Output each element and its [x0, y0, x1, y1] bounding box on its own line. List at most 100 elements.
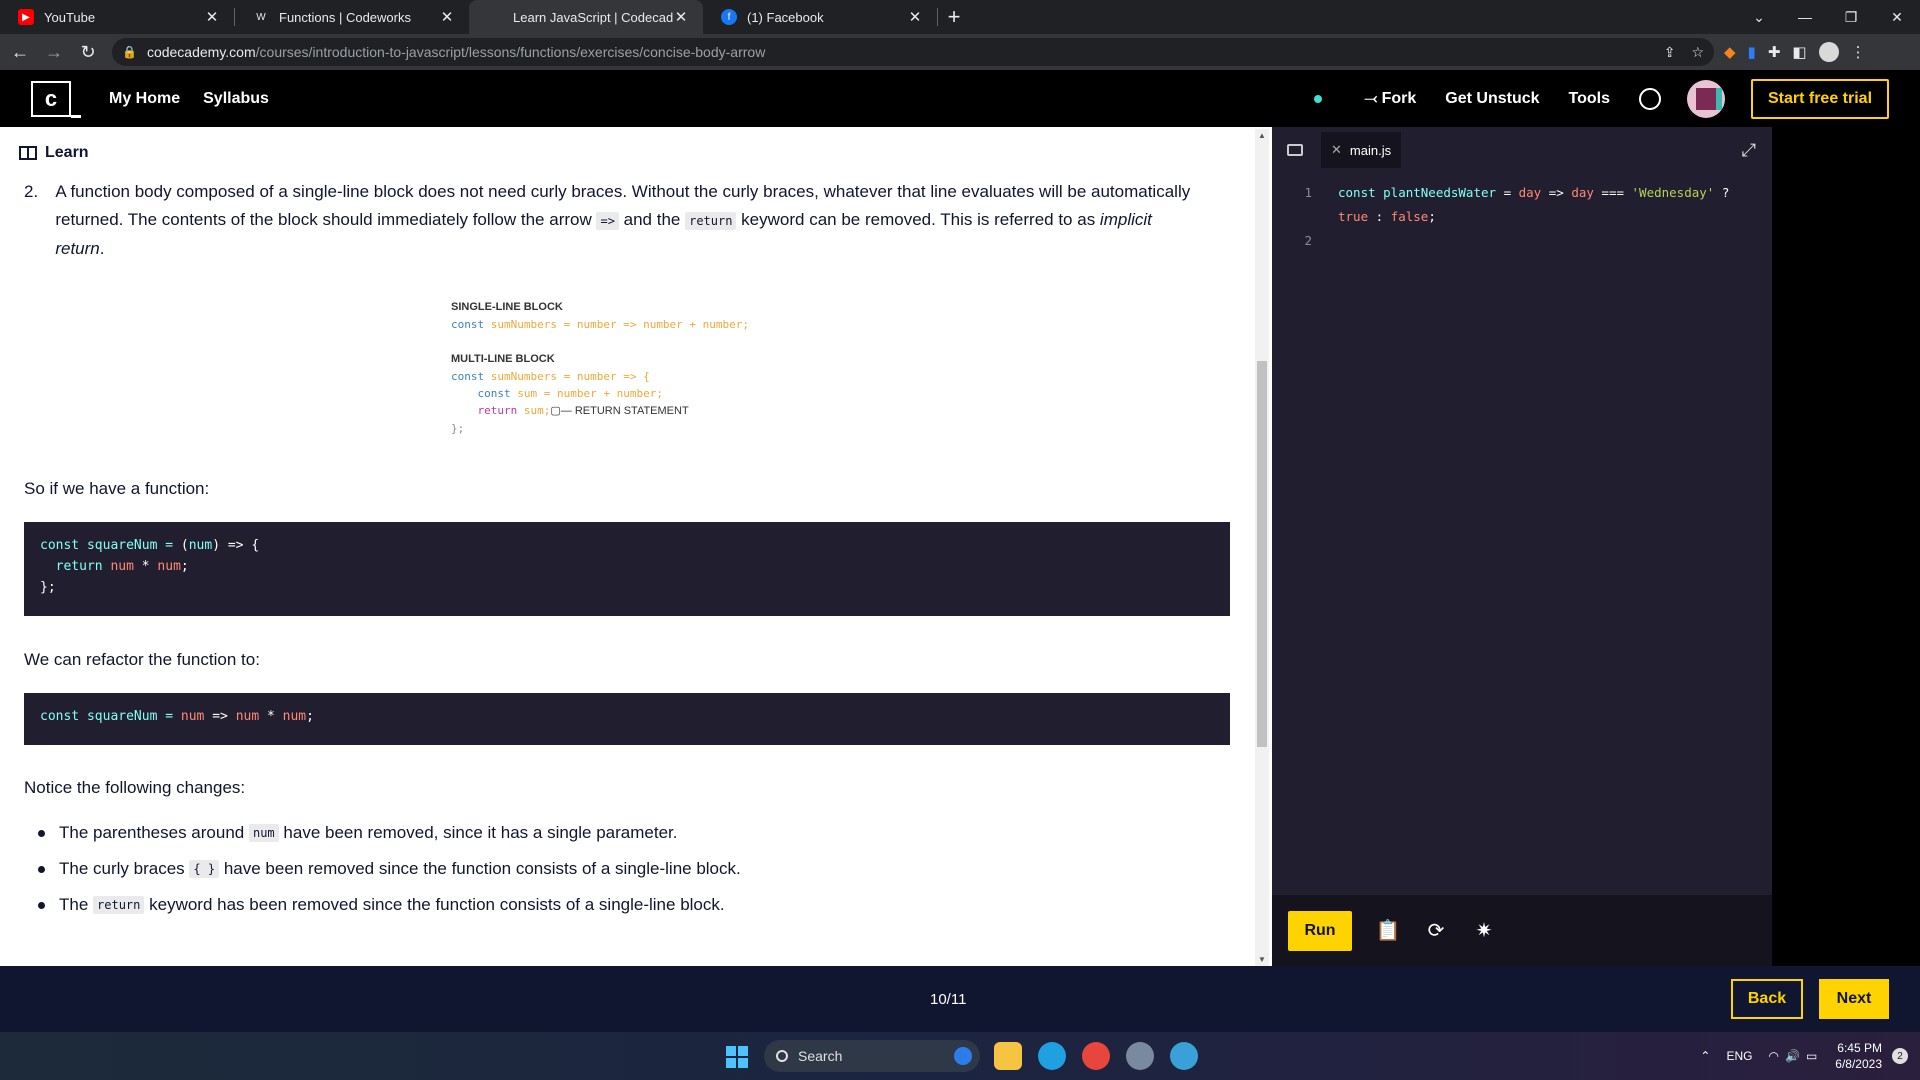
browser-tab-codeworks[interactable]: W Functions | Codeworks ✕: [235, 0, 469, 34]
extensions-area: ◆ ▮ ✚ ◧ ⋮: [1724, 42, 1866, 62]
url-path: /courses/introduction-to-javascript/less…: [255, 44, 766, 60]
scroll-down-icon[interactable]: ▼: [1258, 955, 1266, 964]
volume-icon[interactable]: 🔊: [1785, 1049, 1800, 1063]
new-tab-button[interactable]: +: [938, 0, 970, 34]
restore-icon[interactable]: ❐: [1828, 0, 1874, 34]
progress-indicator[interactable]: 10/11: [930, 966, 966, 1032]
editor-file-tab[interactable]: ✕ main.js: [1321, 132, 1402, 168]
codecademy-header: c My Home Syllabus ⤙ Fork Get Unstuck To…: [0, 70, 1920, 127]
tab-title: Learn JavaScript | Codecademy: [513, 9, 673, 25]
codecademy-icon: [487, 9, 503, 25]
close-window-icon[interactable]: ✕: [1874, 0, 1920, 34]
youtube-icon: ▶: [18, 9, 34, 25]
close-tab-icon[interactable]: ✕: [439, 8, 455, 26]
multi-line-heading: MULTI-LINE BLOCK: [451, 353, 555, 365]
forward-arrow-icon[interactable]: →: [40, 38, 68, 66]
profile-avatar[interactable]: [1818, 42, 1839, 62]
close-file-icon[interactable]: ✕: [1331, 142, 1342, 158]
function-block-diagram: SINGLE-LINE BLOCK const sumNumbers = num…: [451, 299, 851, 437]
folder-icon[interactable]: [1287, 144, 1303, 156]
close-tab-icon[interactable]: ✕: [204, 8, 220, 26]
metamask-icon[interactable]: ◆: [1724, 43, 1736, 61]
minimize-icon[interactable]: —: [1782, 0, 1828, 34]
nav-my-home[interactable]: My Home: [109, 90, 180, 108]
file-name: main.js: [1349, 142, 1392, 158]
back-button[interactable]: Back: [1731, 979, 1803, 1019]
wifi-icon[interactable]: ◠: [1769, 1049, 1779, 1063]
editor-side-panel: [1772, 127, 1920, 966]
single-line-heading: SINGLE-LINE BLOCK: [451, 301, 563, 313]
app-icon[interactable]: [1170, 1042, 1198, 1070]
start-free-trial-button[interactable]: Start free trial: [1751, 78, 1889, 119]
language-indicator[interactable]: ENG: [1726, 1049, 1752, 1063]
scrollbar-thumb[interactable]: [1257, 361, 1267, 747]
close-tab-icon[interactable]: ✕: [907, 8, 923, 26]
code-area[interactable]: 1 const plantNeedsWater = day => day ===…: [1272, 181, 1772, 253]
expand-icon[interactable]: ⤢: [1742, 140, 1756, 161]
magic-wand-icon[interactable]: ✷: [1470, 918, 1498, 943]
return-statement-annotation: RETURN STATEMENT: [574, 405, 689, 417]
bookmark-star-icon[interactable]: ☆: [1691, 44, 1704, 61]
code-block-original: const squareNum = (num) => { return num …: [24, 522, 1230, 616]
learn-scrollbar[interactable]: ▲ ▼: [1255, 129, 1269, 966]
back-arrow-icon[interactable]: ←: [6, 38, 34, 66]
facebook-icon: f: [721, 9, 737, 25]
run-button[interactable]: Run: [1288, 910, 1352, 951]
get-unstuck-button[interactable]: Get Unstuck: [1445, 90, 1539, 108]
edge-icon[interactable]: [1038, 1042, 1066, 1070]
clipboard-icon[interactable]: 📋: [1374, 918, 1402, 943]
inline-code-arrow: =>: [596, 212, 619, 230]
user-avatar[interactable]: [1687, 79, 1725, 118]
fork-button[interactable]: ⤙ Fork: [1364, 90, 1416, 108]
tab-title: Functions | Codeworks: [279, 9, 411, 25]
menu-kebab-icon[interactable]: ⋮: [1851, 43, 1866, 61]
windows-start-icon[interactable]: [726, 1046, 748, 1068]
codecademy-logo[interactable]: c: [31, 80, 81, 118]
scroll-up-icon[interactable]: ▲: [1258, 131, 1266, 140]
reload-icon[interactable]: ↻: [74, 38, 102, 66]
search-placeholder: Search: [798, 1048, 843, 1064]
diagram-code-line: const sum = number + number;: [477, 387, 663, 400]
alarm-clock-icon[interactable]: [1639, 87, 1661, 110]
chrome-icon[interactable]: [1082, 1042, 1110, 1070]
notification-badge[interactable]: 2: [1892, 1048, 1908, 1064]
url-field[interactable]: 🔒 codecademy.com/courses/introduction-to…: [112, 38, 1714, 66]
side-panel-icon[interactable]: ◧: [1792, 43, 1806, 61]
tools-button[interactable]: Tools: [1569, 90, 1610, 108]
browser-tab-facebook[interactable]: f (1) Facebook ✕: [703, 0, 937, 34]
next-button[interactable]: Next: [1819, 979, 1889, 1019]
battery-icon[interactable]: ▭: [1806, 1049, 1817, 1063]
refresh-icon[interactable]: ⟳: [1422, 918, 1450, 943]
bitwarden-icon[interactable]: ▮: [1748, 43, 1756, 61]
url-domain: codecademy.com: [146, 44, 256, 60]
tab-search-icon[interactable]: ⌄: [1736, 0, 1782, 34]
code-editor: ✕ main.js ⤢ 1 const plantNeedsWater = day…: [1272, 127, 1772, 966]
close-tab-icon[interactable]: ✕: [673, 8, 689, 26]
address-bar: ← → ↻ 🔒 codecademy.com/courses/introduct…: [0, 34, 1920, 70]
clock[interactable]: 6:45 PM 6/8/2023: [1835, 1040, 1882, 1072]
share-icon[interactable]: ⇪: [1664, 44, 1676, 61]
codeworks-icon: W: [256, 11, 266, 23]
editor-toolbar: Run 📋 ⟳ ✷: [1272, 895, 1772, 966]
tab-title: (1) Facebook: [747, 9, 824, 25]
browser-tabbar: ▶ YouTube ✕ W Functions | Codeworks ✕ Le…: [0, 0, 1920, 34]
diagram-code-line: };: [451, 422, 465, 435]
learn-pane: Learn 2. A function body composed of a s…: [0, 127, 1269, 966]
list-item: 2. A function body composed of a single-…: [24, 178, 1230, 263]
windows-taskbar: Search ⌃ ENG ◠ 🔊 ▭ 6:45 PM 6/8/2023 2: [0, 1032, 1920, 1080]
taskbar-search[interactable]: Search: [764, 1040, 980, 1072]
fork-label: Fork: [1381, 89, 1417, 107]
editor-tabs: ✕ main.js ⤢: [1272, 127, 1772, 173]
line-number: 2: [1304, 233, 1312, 248]
lesson-footer: 10/11 Back Next: [0, 966, 1920, 1032]
paragraph: We can refactor the function to:: [24, 650, 260, 669]
tray-overflow-icon[interactable]: ⌃: [1700, 1049, 1710, 1063]
search-icon: [776, 1050, 788, 1062]
extensions-puzzle-icon[interactable]: ✚: [1768, 43, 1781, 61]
file-explorer-icon[interactable]: [994, 1042, 1022, 1070]
browser-tab-codecademy[interactable]: Learn JavaScript | Codecademy ✕: [469, 0, 703, 34]
code-line: 2: [1272, 229, 1772, 253]
browser-tab-youtube[interactable]: ▶ YouTube ✕: [0, 0, 234, 34]
settings-gear-icon[interactable]: [1126, 1042, 1154, 1070]
nav-syllabus[interactable]: Syllabus: [203, 90, 269, 108]
